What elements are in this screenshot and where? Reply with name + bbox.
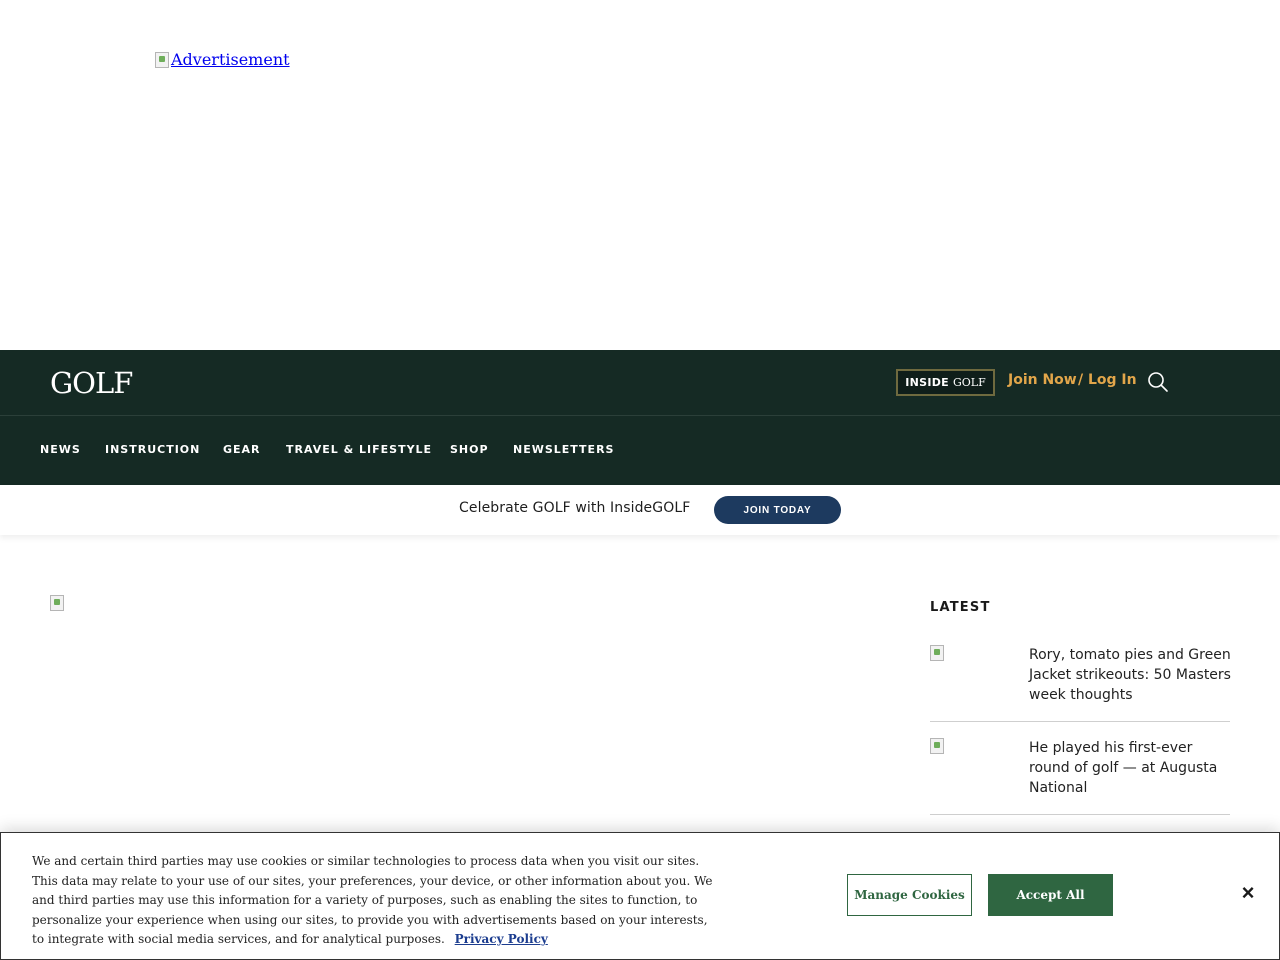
ad-slot: Advertisement: [0, 0, 1280, 350]
nav-item-shop[interactable]: SHOP: [450, 443, 489, 456]
nav-item-instruction[interactable]: INSTRUCTION: [105, 443, 200, 456]
join-today-button[interactable]: JOIN TODAY: [714, 496, 841, 524]
main-nav: NEWS INSTRUCTION GEAR TRAVEL & LIFESTYLE…: [0, 415, 1280, 485]
nav-item-news[interactable]: NEWS: [40, 443, 81, 456]
hero-image[interactable]: [50, 595, 64, 611]
promo-text: Celebrate GOLF with InsideGOLF: [459, 500, 691, 516]
advertisement-label: Advertisement: [171, 50, 290, 69]
search-button[interactable]: [1146, 370, 1170, 394]
story-title[interactable]: He played his first-ever round of golf —…: [1029, 738, 1234, 798]
inside-golf-badge[interactable]: INSIDE GOLF: [896, 369, 995, 396]
story-title[interactable]: Rory, tomato pies and Green Jacket strik…: [1029, 645, 1234, 705]
accept-all-button[interactable]: Accept All: [988, 874, 1113, 916]
latest-story-item[interactable]: Rory, tomato pies and Green Jacket strik…: [930, 645, 1231, 705]
login-link[interactable]: / Log In: [1078, 372, 1137, 388]
close-icon[interactable]: ×: [1235, 880, 1261, 906]
nav-item-gear[interactable]: GEAR: [223, 443, 261, 456]
promo-bar: Celebrate GOLF with InsideGOLF JOIN TODA…: [0, 485, 1280, 535]
cookie-notice-text: We and certain third parties may use coo…: [32, 854, 713, 947]
join-now-link[interactable]: Join Now: [1008, 372, 1077, 388]
advertisement-link[interactable]: Advertisement: [155, 50, 290, 69]
story-thumbnail[interactable]: [930, 738, 944, 754]
inside-badge-word2: GOLF: [953, 376, 986, 389]
cookie-notice: We and certain third parties may use coo…: [32, 852, 722, 950]
search-icon: [1148, 372, 1168, 392]
story-divider: [930, 814, 1230, 815]
broken-image-icon: [155, 51, 169, 68]
manage-cookies-button[interactable]: Manage Cookies: [847, 874, 972, 916]
cookie-banner: We and certain third parties may use coo…: [0, 832, 1280, 960]
latest-heading: LATEST: [930, 600, 991, 615]
story-divider: [930, 721, 1230, 722]
privacy-policy-link[interactable]: Privacy Policy: [455, 932, 548, 946]
latest-story-item[interactable]: He played his first-ever round of golf —…: [930, 738, 1230, 798]
nav-item-travel-lifestyle[interactable]: TRAVEL & LIFESTYLE: [286, 443, 432, 456]
story-thumbnail[interactable]: [930, 645, 944, 661]
nav-item-newsletters[interactable]: NEWSLETTERS: [513, 443, 614, 456]
inside-badge-word1: INSIDE: [905, 376, 949, 389]
site-header: GOLF INSIDE GOLF Join Now / Log In: [0, 350, 1280, 415]
golf-logo[interactable]: GOLF: [50, 366, 133, 400]
